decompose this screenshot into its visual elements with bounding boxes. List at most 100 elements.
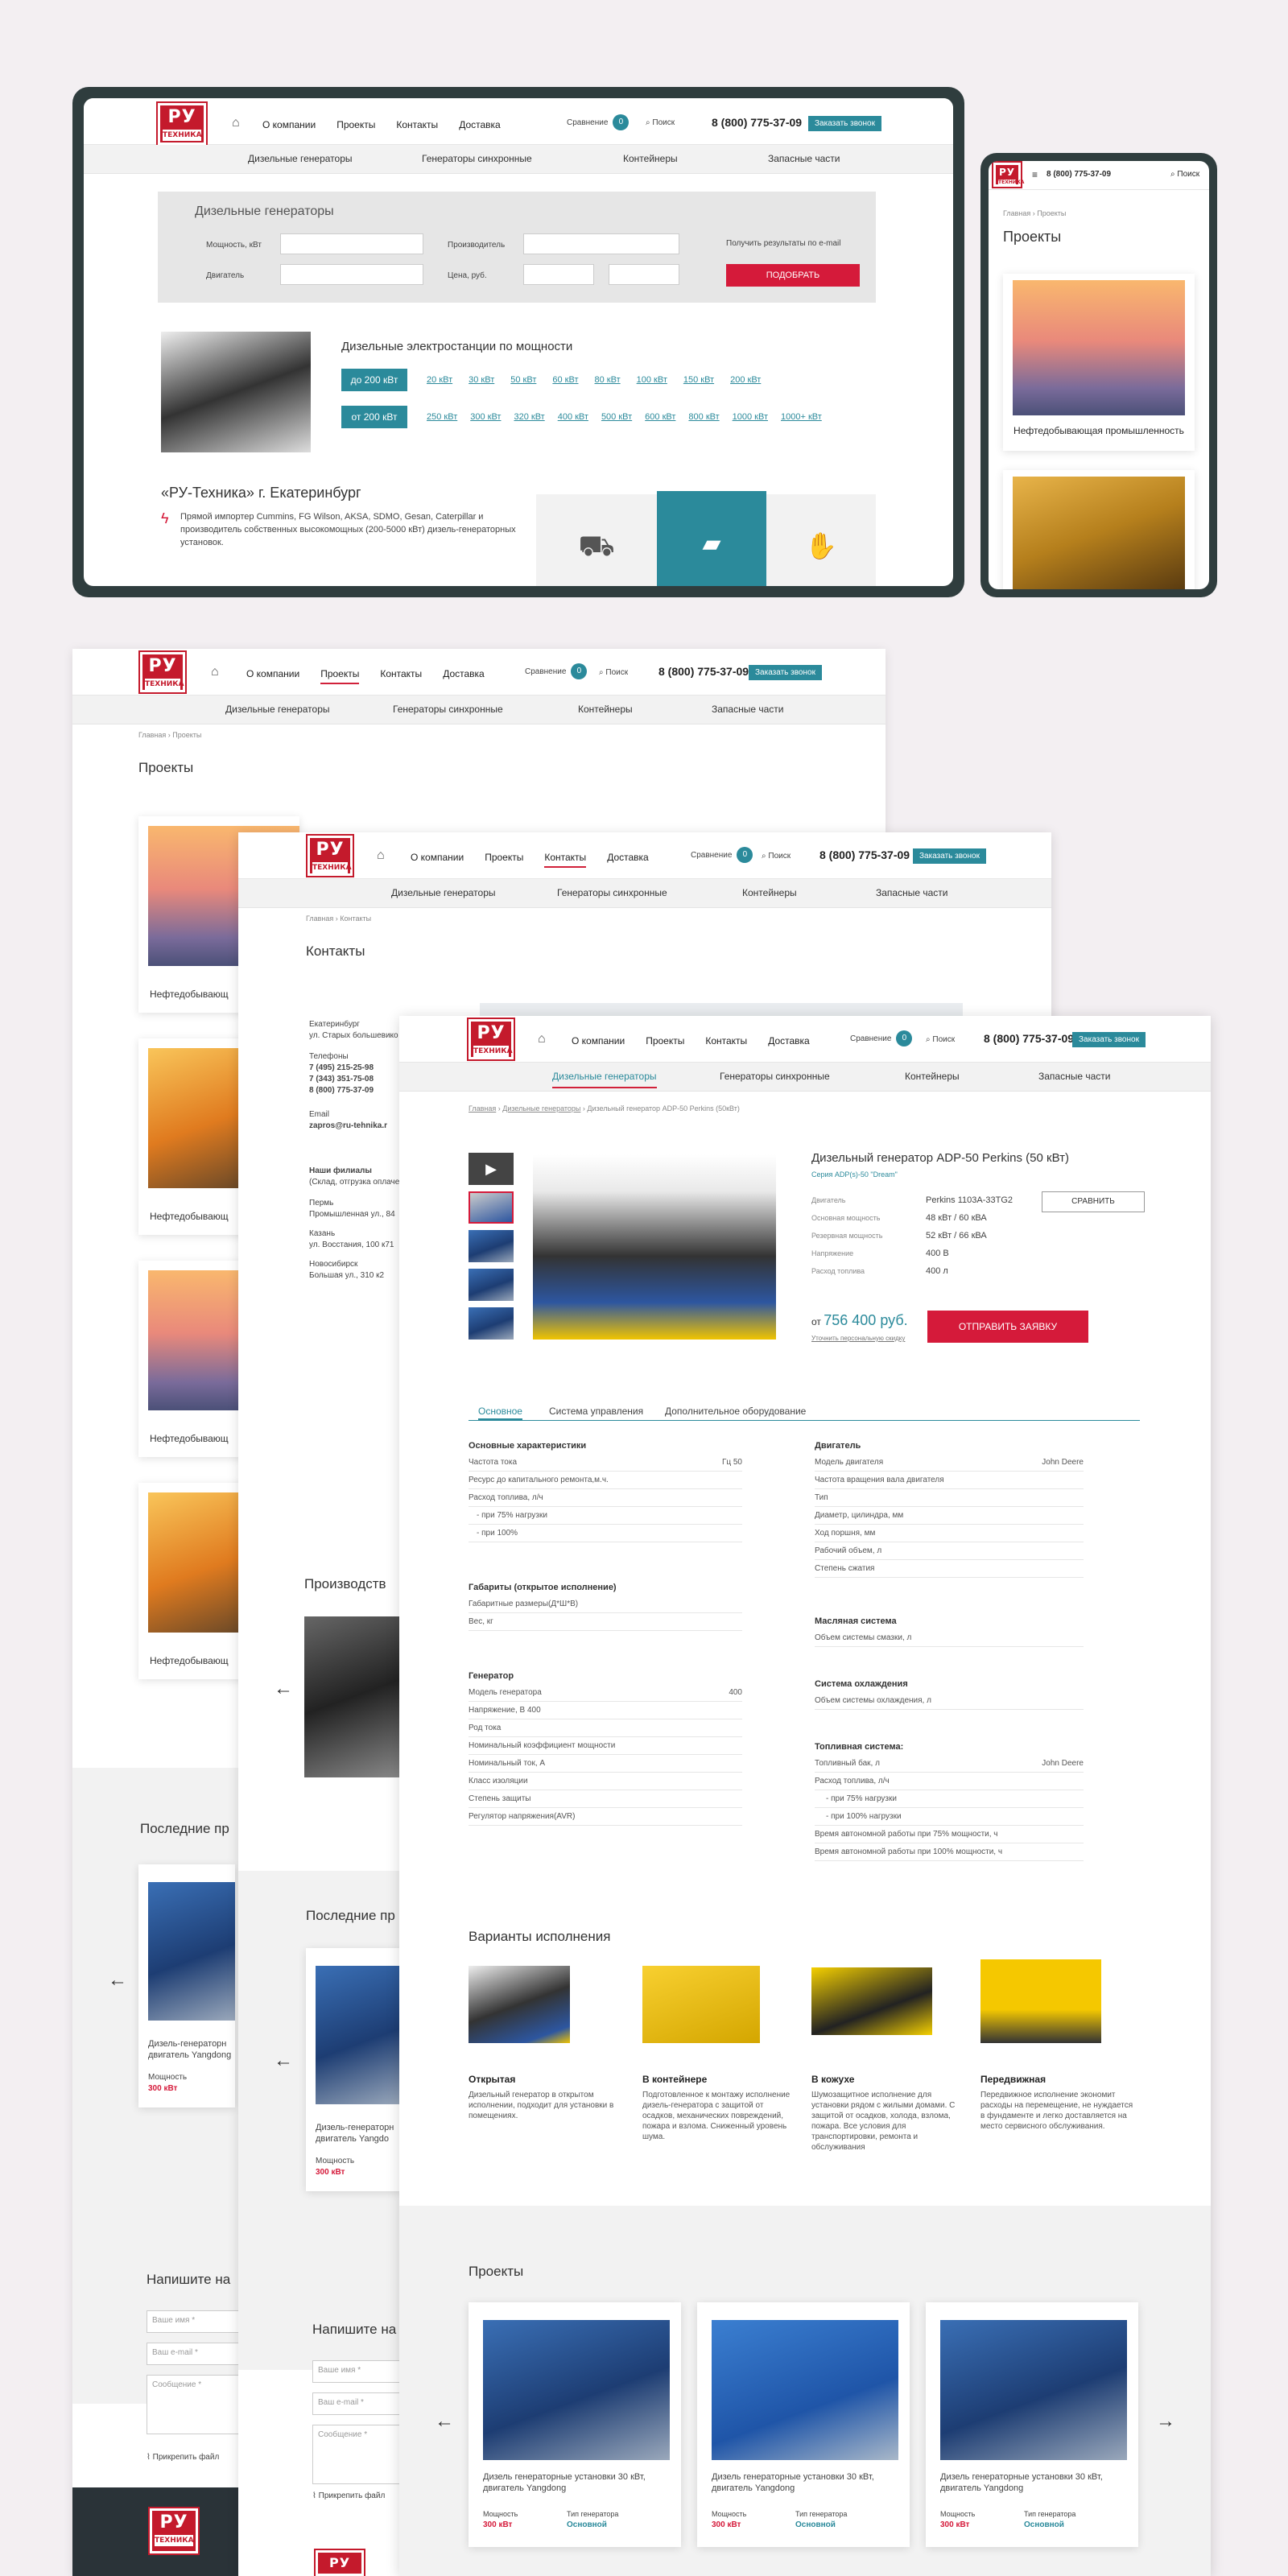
arrow-right-icon[interactable]: → [1156,2410,1175,2433]
crumb-category[interactable]: Дизельные генераторы [502,1104,580,1113]
home-icon[interactable]: ⌂ [538,1032,546,1046]
discount-link[interactable]: Уточнить персональную скидку [811,1335,905,1342]
search-link[interactable]: ⌕ Поиск [762,852,791,861]
product-image[interactable] [533,1154,776,1340]
tab-extra[interactable]: Дополнительное оборудование [665,1406,806,1417]
variant-image[interactable] [469,1966,570,2043]
power-link[interactable]: 250 кВт [427,412,457,422]
tab-control[interactable]: Система управления [549,1406,643,1417]
nav-projects[interactable]: Проекты [336,119,375,130]
project-card[interactable]: Нефтедобывающая промышленность [1003,274,1195,451]
logo[interactable]: РУ ТЕХНИКА [156,101,208,147]
engine-select[interactable] [280,264,423,285]
power-link[interactable]: 320 кВт [514,412,544,422]
pick-button[interactable]: ПОДОБРАТЬ [726,264,860,287]
nav-delivery[interactable]: Доставка [443,668,485,684]
power-link[interactable]: 500 кВт [601,412,632,422]
subnav-containers[interactable]: Контейнеры [578,704,633,715]
phone-2[interactable]: 7 (343) 351-75-08 [309,1074,374,1085]
subnav-diesel[interactable]: Дизельные генераторы [391,887,496,898]
power-link[interactable]: 600 кВт [645,412,675,422]
power-link[interactable]: 80 кВт [595,375,621,385]
phone-1[interactable]: 7 (495) 215-25-98 [309,1063,374,1074]
crumb-home[interactable]: Главная [1003,209,1030,217]
subnav-containers[interactable]: Контейнеры [905,1071,960,1082]
crumb-home[interactable]: Главная [306,914,333,923]
name-input[interactable]: Ваше имя * [312,2360,409,2383]
nav-contacts[interactable]: Контакты [544,852,587,868]
subnav-containers[interactable]: Контейнеры [742,887,797,898]
nav-delivery[interactable]: Доставка [768,1035,810,1046]
call-button[interactable]: Заказать звонок [1072,1032,1146,1047]
email-input[interactable]: Ваш e-mail * [147,2343,243,2365]
power-link[interactable]: 300 кВт [470,412,501,422]
price-from-input[interactable] [523,264,594,285]
subnav-diesel[interactable]: Дизельные генераторы [225,704,330,715]
from-200-button[interactable]: от 200 кВт [341,406,407,428]
subnav-parts[interactable]: Запасные части [1038,1071,1110,1082]
compare-link[interactable]: Сравнение 0 [525,663,588,679]
nav-contacts[interactable]: Контакты [380,668,422,684]
nav-about[interactable]: О компании [262,119,316,130]
project-card[interactable]: Дизель генераторные установки 30 кВт, дв… [469,2302,681,2547]
power-link[interactable]: 200 кВт [730,375,761,385]
attach-link[interactable]: ⌇ Прикрепить файл [147,2452,219,2463]
project-card[interactable] [1003,470,1195,589]
thumbnail[interactable] [469,1191,514,1224]
project-card[interactable]: Дизель генераторные установки 30 кВт, дв… [697,2302,910,2547]
logo[interactable]: РУ ТЕХНИКА [992,161,1024,188]
subnav-sync[interactable]: Генераторы синхронные [393,704,503,715]
thumbnail[interactable] [469,1307,514,1340]
message-input[interactable]: Сообщение * [147,2375,243,2434]
nav-about[interactable]: О компании [246,668,299,684]
power-link[interactable]: 800 кВт [688,412,719,422]
attach-link[interactable]: ⌇ Прикрепить файл [312,2491,385,2502]
compare-link[interactable]: Сравнение 0 [567,114,630,130]
nav-about[interactable]: О компании [411,852,464,868]
nav-delivery[interactable]: Доставка [459,119,501,130]
logo[interactable]: РУ ТЕХНИКА [467,1018,515,1061]
variant-image[interactable] [642,1966,760,2043]
compare-link[interactable]: Сравнение 0 [691,847,753,863]
price-to-input[interactable] [609,264,679,285]
name-input[interactable]: Ваше имя * [147,2310,243,2333]
power-link[interactable]: 1000+ кВт [781,412,822,422]
power-link[interactable]: 1000 кВт [733,412,768,422]
email-input[interactable]: Ваш e-mail * [312,2392,409,2415]
nav-about[interactable]: О компании [572,1035,625,1046]
search-link[interactable]: ⌕ Поиск [1170,170,1199,179]
nav-projects[interactable]: Проекты [320,668,360,684]
product-series[interactable]: Серия ADP(s)-50 "Dream" [811,1170,898,1179]
crumb-home[interactable]: Главная [138,731,166,739]
nav-contacts[interactable]: Контакты [396,119,438,130]
subnav-parts[interactable]: Запасные части [712,704,783,715]
subnav-diesel[interactable]: Дизельные генераторы [552,1071,657,1088]
power-link[interactable]: 150 кВт [683,375,714,385]
phone-3[interactable]: 8 (800) 775-37-09 [309,1085,374,1096]
logo[interactable]: РУ ТЕХНИКА [148,2507,200,2555]
email-link[interactable]: zapros@ru-tehnika.r [309,1121,387,1132]
arrow-left-icon[interactable]: ← [435,2410,454,2433]
power-select[interactable] [280,233,423,254]
phone[interactable]: 8 (800) 775-37-09 [819,848,910,861]
video-play-icon[interactable]: ▶ [469,1153,514,1185]
search-link[interactable]: ⌕ Поиск [926,1035,955,1044]
up-to-200-button[interactable]: до 200 кВт [341,369,407,391]
power-link[interactable]: 20 кВт [427,375,452,385]
phone[interactable]: 8 (800) 775-37-09 [1046,170,1111,179]
subnav-sync[interactable]: Генераторы синхронные [422,153,532,164]
maker-select[interactable] [523,233,679,254]
logo[interactable]: РУ [314,2549,365,2576]
subnav-containers[interactable]: Контейнеры [623,153,678,164]
message-input[interactable]: Сообщение * [312,2425,409,2484]
arrow-left-icon[interactable]: ← [274,1678,293,1700]
call-button[interactable]: Заказать звонок [749,665,822,680]
subnav-diesel[interactable]: Дизельные генераторы [248,153,353,164]
crumb-home[interactable]: Главная [469,1104,496,1113]
arrow-left-icon[interactable]: ← [274,2050,293,2072]
subnav-sync[interactable]: Генераторы синхронные [557,887,667,898]
menu-icon[interactable]: ≡ [1032,169,1038,180]
compare-link[interactable]: Сравнение 0 [850,1030,913,1046]
nav-projects[interactable]: Проекты [485,852,523,868]
logo[interactable]: РУ ТЕХНИКА [306,834,354,877]
